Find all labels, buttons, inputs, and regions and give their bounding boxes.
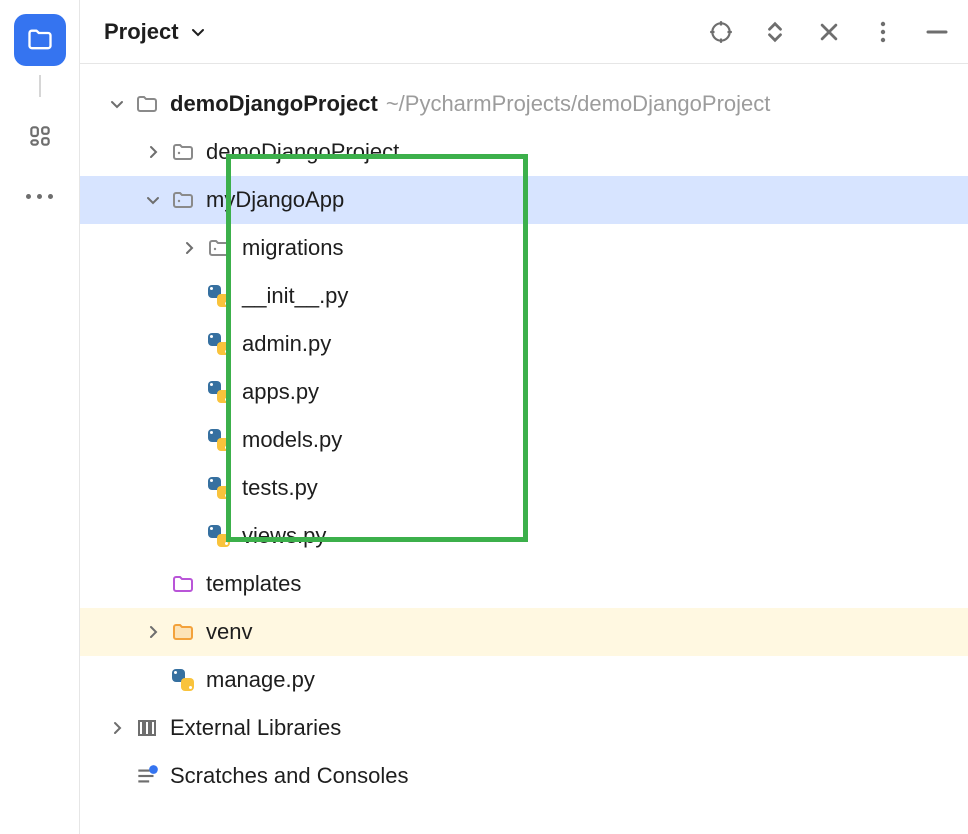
tree-node-folder[interactable]: migrations bbox=[80, 224, 968, 272]
python-icon bbox=[206, 283, 232, 309]
minimize-icon bbox=[925, 20, 949, 44]
tree-label: admin.py bbox=[242, 331, 331, 357]
package-folder-icon bbox=[170, 139, 196, 165]
tree-node-file[interactable]: models.py bbox=[80, 416, 968, 464]
folder-icon bbox=[134, 91, 160, 117]
panel-toolbar: Project bbox=[80, 0, 968, 64]
tree-label: models.py bbox=[242, 427, 342, 453]
tree-label: demoDjangoProject bbox=[170, 91, 378, 117]
activity-separator bbox=[28, 74, 52, 98]
expand-collapse-button[interactable] bbox=[760, 17, 790, 47]
tree-label: views.py bbox=[242, 523, 326, 549]
minimize-button[interactable] bbox=[922, 17, 952, 47]
tree-node-folder-selected[interactable]: myDjangoApp bbox=[80, 176, 968, 224]
tree-label: External Libraries bbox=[170, 715, 341, 741]
kebab-icon bbox=[879, 20, 887, 44]
python-icon bbox=[170, 667, 196, 693]
tree-label: apps.py bbox=[242, 379, 319, 405]
chevron-right-icon[interactable] bbox=[104, 715, 130, 741]
tree-path: ~/PycharmProjects/demoDjangoProject bbox=[386, 91, 771, 117]
expand-collapse-icon bbox=[764, 21, 786, 43]
project-tree: demoDjangoProject ~/PycharmProjects/demo… bbox=[80, 64, 968, 800]
tree-label: tests.py bbox=[242, 475, 318, 501]
tree-node-file[interactable]: manage.py bbox=[80, 656, 968, 704]
python-icon bbox=[206, 331, 232, 357]
tree-label: manage.py bbox=[206, 667, 315, 693]
tree-label: migrations bbox=[242, 235, 343, 261]
options-button[interactable] bbox=[868, 17, 898, 47]
folder-icon bbox=[26, 26, 54, 54]
tree-label: demoDjangoProject bbox=[206, 139, 399, 165]
tree-node-file[interactable]: __init__.py bbox=[80, 272, 968, 320]
tree-label: myDjangoApp bbox=[206, 187, 344, 213]
tree-node-file[interactable]: tests.py bbox=[80, 464, 968, 512]
tree-node-root[interactable]: demoDjangoProject ~/PycharmProjects/demo… bbox=[80, 80, 968, 128]
scratches-icon bbox=[134, 763, 160, 789]
tree-node-file[interactable]: views.py bbox=[80, 512, 968, 560]
project-panel: Project bbox=[80, 0, 968, 834]
libraries-icon bbox=[134, 715, 160, 741]
target-icon bbox=[708, 19, 734, 45]
chevron-down-icon bbox=[189, 23, 207, 41]
tree-label: templates bbox=[206, 571, 301, 597]
collapse-icon bbox=[818, 21, 840, 43]
chevron-right-icon[interactable] bbox=[140, 139, 166, 165]
library-folder-icon bbox=[170, 619, 196, 645]
tree-node-scratches[interactable]: Scratches and Consoles bbox=[80, 752, 968, 800]
project-tool-button[interactable] bbox=[14, 14, 66, 66]
select-opened-file-button[interactable] bbox=[706, 17, 736, 47]
collapse-all-button[interactable] bbox=[814, 17, 844, 47]
chevron-right-icon[interactable] bbox=[140, 619, 166, 645]
structure-tool-button[interactable] bbox=[20, 116, 60, 156]
panel-title-dropdown[interactable]: Project bbox=[104, 19, 207, 45]
blocks-icon bbox=[27, 123, 53, 149]
chevron-down-icon[interactable] bbox=[104, 91, 130, 117]
panel-title-label: Project bbox=[104, 19, 179, 45]
tree-label: Scratches and Consoles bbox=[170, 763, 408, 789]
more-tools-button[interactable] bbox=[20, 176, 60, 216]
python-icon bbox=[206, 475, 232, 501]
toolbar-actions bbox=[706, 17, 960, 47]
tree-node-file[interactable]: admin.py bbox=[80, 320, 968, 368]
tree-label: venv bbox=[206, 619, 252, 645]
package-folder-icon bbox=[206, 235, 232, 261]
chevron-down-icon[interactable] bbox=[140, 187, 166, 213]
package-folder-icon bbox=[170, 187, 196, 213]
python-icon bbox=[206, 523, 232, 549]
tree-label: __init__.py bbox=[242, 283, 348, 309]
template-folder-icon bbox=[170, 571, 196, 597]
tree-node-folder[interactable]: templates bbox=[80, 560, 968, 608]
python-icon bbox=[206, 379, 232, 405]
python-icon bbox=[206, 427, 232, 453]
tree-node-venv[interactable]: venv bbox=[80, 608, 968, 656]
tree-node-external-libs[interactable]: External Libraries bbox=[80, 704, 968, 752]
activity-bar bbox=[0, 0, 80, 834]
tree-node-file[interactable]: apps.py bbox=[80, 368, 968, 416]
tree-node-folder[interactable]: demoDjangoProject bbox=[80, 128, 968, 176]
chevron-right-icon[interactable] bbox=[176, 235, 202, 261]
